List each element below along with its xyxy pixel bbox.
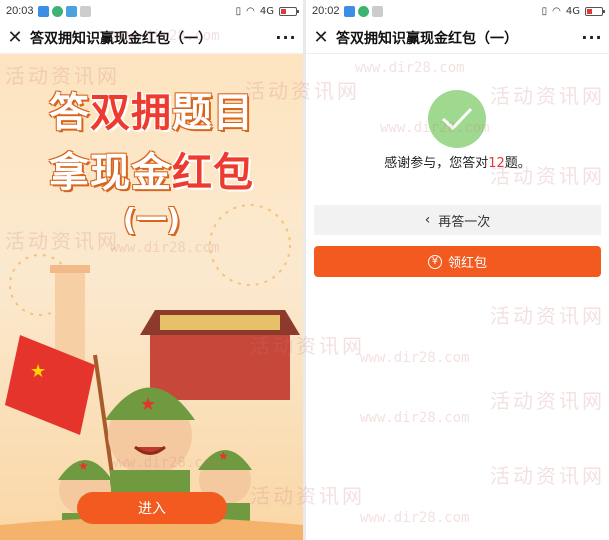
message-icon: [37, 5, 49, 17]
download-icon: [79, 5, 91, 17]
svg-text:★: ★: [30, 361, 46, 382]
svg-text:★: ★: [218, 449, 229, 463]
wifi-icon: ◠: [246, 5, 255, 17]
svg-text:★: ★: [78, 459, 89, 473]
more-menu-button[interactable]: ···: [575, 28, 609, 47]
signal-network: 4G: [565, 5, 580, 17]
quiz-poster: ★ ★ ★ ★ 答双拥题目 拿现金红包 (一): [0, 55, 303, 540]
title-bar: ✕ 答双拥知识赢现金红包（一） ···: [0, 22, 303, 54]
claim-redpacket-button[interactable]: ¥ 领红包: [314, 246, 601, 277]
score-value: 12: [488, 156, 505, 171]
yen-icon: ¥: [427, 254, 442, 269]
download-icon: [371, 5, 383, 17]
title-bar: ✕ 答双拥知识赢现金红包（一） ···: [306, 22, 609, 54]
poster-title-line1: 答双拥题目: [49, 90, 254, 136]
page-title: 答双拥知识赢现金红包（一）: [336, 30, 518, 47]
right-screen: 20:02 ▯ ◠ 4G ✕ 答双拥知识赢现金红包（一） ··· 感谢参与，您答…: [306, 0, 609, 540]
close-icon[interactable]: ✕: [0, 27, 30, 48]
signal-network: 4G: [259, 5, 274, 17]
message-icon: [343, 5, 355, 17]
chat-icon: [357, 5, 369, 17]
vibrate-icon: ▯: [541, 5, 548, 17]
chat-icon: [51, 5, 63, 17]
claim-redpacket-label: 领红包: [447, 256, 487, 271]
status-time: 20:02: [312, 5, 340, 17]
app-icon: [65, 5, 77, 17]
vibrate-icon: ▯: [235, 5, 242, 17]
battery-icon: [279, 6, 299, 16]
result-message: 感谢参与，您答对12题。: [384, 156, 531, 171]
poster-title-line3: (一): [122, 203, 181, 238]
retry-label: 再答一次: [438, 214, 491, 230]
status-bar: 20:03 ▯ ◠ 4G: [0, 0, 303, 22]
success-check-icon: [428, 90, 486, 148]
wifi-icon: ◠: [552, 5, 561, 17]
chevron-left-icon: ‹: [424, 212, 431, 228]
status-time: 20:03: [6, 5, 34, 17]
battery-icon: [585, 6, 605, 16]
poster-title-line2: 拿现金红包: [49, 150, 254, 196]
svg-text:★: ★: [140, 394, 156, 415]
left-screen: 20:03 ▯ ◠ 4G ✕ 答双拥知识赢现金红包（一） ··· ★ ★ ★ ★…: [0, 0, 303, 540]
close-icon[interactable]: ✕: [306, 27, 336, 48]
page-title: 答双拥知识赢现金红包（一）: [30, 30, 212, 47]
status-bar: 20:02 ▯ ◠ 4G: [306, 0, 609, 22]
retry-button[interactable]: ‹ 再答一次: [314, 205, 601, 235]
enter-button[interactable]: 进入: [77, 492, 227, 524]
more-menu-button[interactable]: ···: [269, 28, 303, 47]
